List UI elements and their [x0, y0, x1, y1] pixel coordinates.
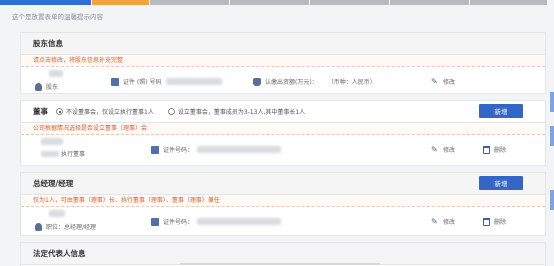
person-icon	[35, 82, 42, 91]
progress-step-2	[92, 0, 150, 5]
id-card-icon	[111, 77, 119, 86]
currency-label: （币种：人民币）	[327, 79, 376, 86]
shareholder-title: 股东信息	[33, 39, 63, 48]
director-role: 执行董事	[41, 149, 85, 158]
radio-board[interactable]: 设立董事会，董事成员为3-13人,其中董事长1人	[167, 107, 306, 116]
manager-name	[49, 210, 65, 217]
director-row: 执行董事 证件号码： ✎ 修改 删除	[21, 135, 545, 165]
directors-header: 董事 不设董事会，仅设立执行董事1人 设立董事会，董事成员为3-13人,其中董事…	[21, 101, 545, 123]
manager-header: 总经理/经理 新增	[21, 173, 545, 195]
progress-step-5	[310, 0, 390, 5]
director-role-label: 执行董事	[61, 151, 86, 158]
add-manager-button[interactable]: 新增	[479, 176, 523, 190]
shareholder-section: 股东信息 请点击修改，将股东信息补充完整 股东 证件 (照) 号码 认缴出资额(…	[20, 32, 546, 94]
legal-rep-title: 法定代表人信息	[33, 249, 86, 258]
edit-label: 修改	[443, 219, 456, 226]
trash-icon	[483, 145, 490, 154]
horizontal-scrollbar[interactable]	[180, 263, 380, 265]
delete-label: 删除	[494, 219, 507, 226]
legal-rep-header: 法定代表人信息	[21, 243, 545, 265]
director-delete-button[interactable]: 删除	[483, 145, 506, 154]
progress-step-3	[150, 0, 230, 5]
delete-label: 删除	[494, 147, 507, 154]
progress-step-6	[390, 0, 470, 5]
director-edit-button[interactable]: ✎ 修改	[431, 145, 455, 154]
shareholder-name	[49, 70, 63, 77]
director-id: 证件号码：	[151, 145, 282, 154]
add-director-button[interactable]: 新增	[479, 104, 523, 118]
side-tab-2[interactable]	[550, 126, 554, 146]
redacted-id-number	[197, 218, 282, 225]
side-tab-1[interactable]	[550, 92, 554, 112]
manager-row: 职位：总经理/经理 证件号码： ✎ 修改 删除	[21, 207, 545, 237]
edit-label: 修改	[443, 79, 456, 86]
manager-delete-button[interactable]: 删除	[483, 217, 506, 226]
manager-id: 证件号码：	[151, 217, 282, 226]
directors-title: 董事	[33, 107, 48, 116]
step-progress-bar	[0, 0, 548, 5]
manager-section: 总经理/经理 新增 仅为1人，可由董事（理事）长、执行董事（理事）、董事（理事）…	[20, 172, 546, 236]
manager-id-label: 证件号码：	[163, 219, 194, 226]
capital-label: 认缴出资额(万元)：	[265, 79, 318, 86]
radio-board-label: 设立董事会，董事成员为3-13人,其中董事长1人	[177, 109, 306, 116]
redacted-name	[41, 138, 63, 145]
id-card-icon	[151, 145, 159, 154]
radio-indicator[interactable]	[167, 108, 175, 115]
shareholder-capital: 认缴出资额(万元)： （币种：人民币）	[253, 77, 376, 86]
directors-section: 董事 不设董事会，仅设立执行董事1人 设立董事会，董事成员为3-13人,其中董事…	[20, 100, 546, 166]
shareholder-id: 证件 (照) 号码	[111, 77, 222, 86]
manager-title: 总经理/经理	[33, 179, 74, 188]
manager-notice: 仅为1人，可由董事（理事）长、执行董事（理事）、董事（理事）兼任	[21, 195, 545, 207]
radio-indicator-selected[interactable]	[56, 108, 63, 115]
shareholder-edit-button[interactable]: ✎ 修改	[431, 77, 455, 86]
shareholder-notice: 请点击修改，将股东信息补充完整	[21, 55, 545, 67]
registration-page: 这个是放置表单的温馨提示内容 股东信息 请点击修改，将股东信息补充完整 股东 证…	[0, 0, 554, 266]
pencil-icon: ✎	[431, 76, 438, 86]
id-card-icon	[151, 217, 159, 226]
pencil-icon: ✎	[431, 144, 438, 154]
shareholder-header: 股东信息	[21, 33, 545, 55]
shareholder-role-label: 股东	[46, 84, 59, 91]
shareholder-row: 股东 证件 (照) 号码 认缴出资额(万元)： （币种：人民币） ✎ 修改	[21, 67, 545, 97]
progress-step-4	[230, 0, 310, 5]
directors-notice: 公司根据情况选择是否设立董事（理事）会	[21, 123, 545, 135]
form-hint: 这个是放置表单的温馨提示内容	[12, 13, 103, 21]
manager-role: 职位：总经理/经理	[35, 222, 96, 231]
shareholder-role: 股东	[35, 82, 58, 91]
redacted-name	[49, 70, 63, 77]
progress-step-7	[470, 0, 548, 5]
side-tab-3[interactable]	[550, 190, 554, 210]
director-id-label: 证件号码：	[163, 147, 194, 154]
director-name	[41, 138, 63, 145]
pencil-icon: ✎	[431, 216, 438, 226]
manager-edit-button[interactable]: ✎ 修改	[431, 217, 455, 226]
redacted-id-number	[197, 146, 282, 153]
progress-step-1	[0, 0, 92, 5]
redacted-name	[49, 210, 65, 217]
person-icon	[35, 222, 42, 231]
shareholder-id-label: 证件 (照) 号码	[123, 79, 162, 86]
edit-label: 修改	[443, 147, 456, 154]
trash-icon	[483, 217, 490, 226]
redacted-prefix	[41, 150, 59, 157]
radio-no-board-label: 不设董事会，仅设立执行董事1人	[66, 109, 154, 116]
radio-no-board[interactable]: 不设董事会，仅设立执行董事1人	[56, 107, 154, 116]
manager-role-label: 职位：总经理/经理	[46, 224, 97, 231]
money-bag-icon	[253, 77, 261, 86]
redacted-id-number	[165, 78, 222, 85]
